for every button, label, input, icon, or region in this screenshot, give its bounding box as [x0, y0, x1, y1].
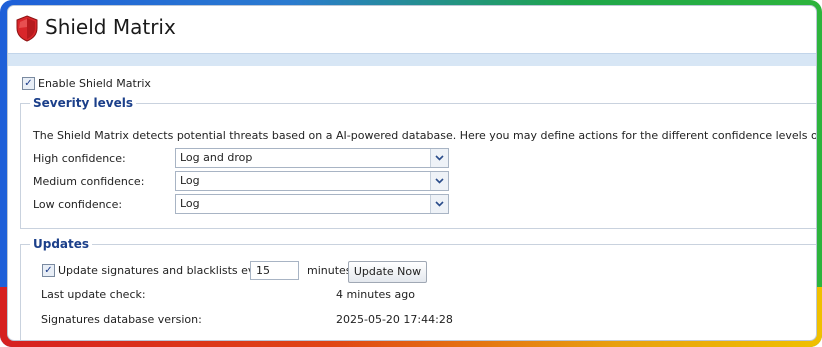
app-window: Shield Matrix Enable Shield Matrix Sever…: [7, 5, 817, 341]
auto-update-label: Update signatures and blacklists every: [58, 264, 273, 277]
updates-fieldset: Updates Update signatures and blacklists…: [20, 237, 816, 340]
header-strip: [8, 53, 816, 66]
low-confidence-label: Low confidence:: [33, 198, 123, 211]
title-bar: Shield Matrix: [8, 6, 816, 53]
low-confidence-select[interactable]: Log: [175, 194, 449, 214]
update-interval-input[interactable]: [250, 261, 299, 280]
update-now-button[interactable]: Update Now: [348, 261, 427, 283]
chevron-down-icon[interactable]: [430, 172, 448, 190]
high-confidence-value: Log and drop: [180, 151, 253, 164]
window-title: Shield Matrix: [45, 15, 176, 39]
last-check-label: Last update check:: [41, 288, 146, 301]
enable-label: Enable Shield Matrix: [38, 77, 151, 90]
chevron-down-icon[interactable]: [430, 149, 448, 167]
severity-legend: Severity levels: [30, 96, 136, 110]
shield-icon: [16, 15, 38, 42]
settings-panel: Enable Shield Matrix Severity levels The…: [8, 66, 816, 340]
medium-confidence-select[interactable]: Log: [175, 171, 449, 191]
updates-legend: Updates: [30, 237, 93, 251]
last-check-value: 4 minutes ago: [336, 288, 415, 301]
chevron-down-icon[interactable]: [430, 195, 448, 213]
severity-description: The Shield Matrix detects potential thre…: [33, 129, 816, 142]
medium-confidence-value: Log: [180, 174, 200, 187]
desktop-background: Shield Matrix Enable Shield Matrix Sever…: [0, 0, 822, 347]
db-version-label: Signatures database version:: [41, 313, 202, 326]
high-confidence-select[interactable]: Log and drop: [175, 148, 449, 168]
enable-checkbox[interactable]: [22, 77, 35, 90]
high-confidence-label: High confidence:: [33, 152, 126, 165]
db-version-value: 2025-05-20 17:44:28: [336, 313, 453, 326]
severity-fieldset: Severity levels The Shield Matrix detect…: [20, 96, 816, 229]
interval-unit-label: minutes: [307, 264, 352, 277]
low-confidence-value: Log: [180, 197, 200, 210]
auto-update-checkbox[interactable]: [42, 264, 55, 277]
medium-confidence-label: Medium confidence:: [33, 175, 145, 188]
